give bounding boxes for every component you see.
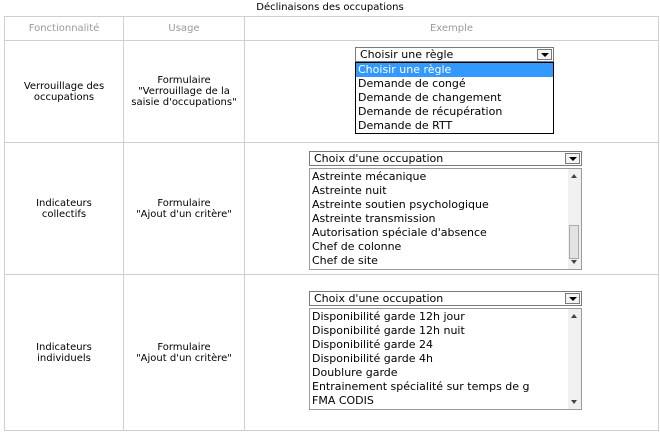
header-usage: Usage	[123, 16, 245, 41]
example-cell: Choix d'une occupation Astreinte mécaniq…	[244, 142, 659, 275]
usage-cell: Formulaire "Ajout d'un critère"	[123, 274, 245, 431]
chevron-down-icon[interactable]	[565, 293, 580, 304]
table-row: Indicateurs collectifs Formulaire "Ajout…	[4, 142, 659, 275]
usage-line2: "Ajout d'un critère"	[136, 352, 232, 364]
list-item[interactable]: Autorisation spéciale d'absence	[312, 226, 567, 240]
rule-dropdown: Choisir une règle Demande de congé Deman…	[355, 62, 554, 134]
list-item[interactable]: Disponibilité garde 12h nuit	[312, 324, 567, 338]
dropdown-option[interactable]: Demande de congé	[356, 77, 553, 91]
list-item[interactable]: Disponibilité garde 24	[312, 338, 567, 352]
feature-label: Verrouillage des occupations	[23, 80, 105, 103]
table-row: Verrouillage des occupations Formulaire …	[4, 40, 659, 143]
usage-cell: Formulaire "Verrouillage de la saisie d'…	[123, 40, 245, 143]
feature-cell: Indicateurs individuels	[4, 274, 124, 431]
table-row: Indicateurs individuels Formulaire "Ajou…	[4, 274, 659, 431]
list-item[interactable]: Astreinte soutien psychologique	[312, 198, 567, 212]
list-item[interactable]: Astreinte transmission	[312, 212, 567, 226]
scroll-up-icon[interactable]	[571, 314, 577, 318]
occupation-list[interactable]: Astreinte mécanique Astreinte nuit Astre…	[309, 168, 582, 270]
dropdown-option[interactable]: Demande de RTT	[356, 119, 553, 133]
table-title: Déclinaisons des occupations	[256, 2, 404, 13]
occupation-select-value: Choix d'une occupation	[314, 152, 444, 165]
dropdown-option[interactable]: Demande de changement	[356, 91, 553, 105]
dropdown-option[interactable]: Choisir une règle	[356, 63, 553, 77]
scroll-down-icon[interactable]	[571, 400, 577, 404]
feature-cell: Verrouillage des occupations	[4, 40, 124, 143]
list-item[interactable]: Astreinte mécanique	[312, 170, 567, 184]
list-item[interactable]: Chef de site	[312, 254, 567, 268]
occupation-select[interactable]: Choix d'une occupation	[309, 151, 582, 166]
usage-line1: Formulaire	[157, 75, 211, 86]
feature-cell: Indicateurs collectifs	[4, 142, 124, 275]
usage-line2: "Verrouillage de la saisie d'occupations…	[131, 86, 237, 108]
list-item[interactable]: Disponibilité garde 4h	[312, 352, 567, 366]
scrollbar[interactable]	[568, 169, 581, 269]
feature-label: Indicateurs individuels	[36, 341, 92, 364]
occupations-table: Fonctionnalité Usage Exemple Verrouillag…	[4, 16, 659, 431]
list-item[interactable]: Entrainement spécialité sur temps de g	[312, 380, 567, 394]
list-item[interactable]: Chef de colonne	[312, 240, 567, 254]
rule-select-value: Choisir une règle	[360, 48, 454, 61]
usage-line1: Formulaire	[157, 341, 211, 353]
occupation-list[interactable]: Disponibilité garde 12h jour Disponibili…	[309, 308, 582, 410]
list-item[interactable]: FMA CODIS	[312, 394, 567, 408]
dropdown-option[interactable]: Demande de récupération	[356, 105, 553, 119]
usage-line2: "Ajout d'un critère"	[136, 208, 232, 220]
scrollbar-thumb[interactable]	[569, 225, 579, 259]
usage-line1: Formulaire	[157, 197, 211, 209]
chevron-down-icon[interactable]	[565, 153, 580, 164]
list-item[interactable]: Doublure garde	[312, 366, 567, 380]
header-fonctionnalite: Fonctionnalité	[4, 16, 124, 41]
scroll-up-icon[interactable]	[571, 174, 577, 178]
list-item[interactable]: Astreinte nuit	[312, 184, 567, 198]
usage-cell: Formulaire "Ajout d'un critère"	[123, 142, 245, 275]
occupation-select[interactable]: Choix d'une occupation	[309, 291, 582, 306]
scrollbar[interactable]	[568, 309, 581, 409]
feature-label: Indicateurs collectifs	[36, 197, 92, 220]
example-cell: Choisir une règle Choisir une règle Dema…	[244, 40, 659, 143]
header-exemple: Exemple	[244, 16, 659, 41]
chevron-down-icon[interactable]	[537, 49, 552, 60]
scroll-down-icon[interactable]	[571, 260, 577, 264]
list-item[interactable]: Disponibilité garde 12h jour	[312, 310, 567, 324]
occupation-select-value: Choix d'une occupation	[314, 292, 444, 305]
example-cell: Choix d'une occupation Disponibilité gar…	[244, 274, 659, 431]
rule-select[interactable]: Choisir une règle	[355, 47, 554, 62]
